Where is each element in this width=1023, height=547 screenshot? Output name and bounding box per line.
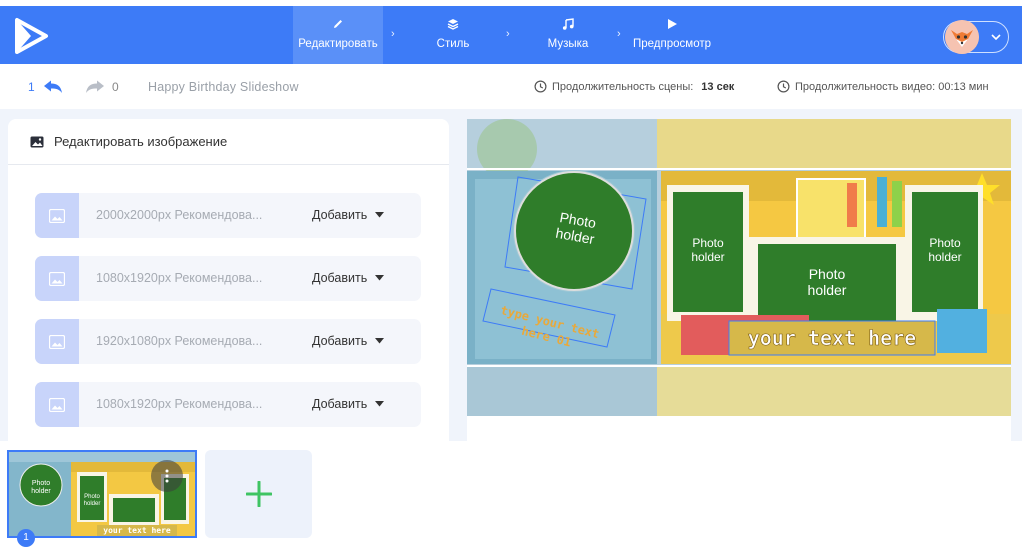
preview-footer [467, 416, 1011, 441]
add-scene-button[interactable] [205, 450, 312, 538]
scene-duration: Продолжительность сцены: 13 сек [534, 80, 734, 93]
add-label: Добавить [312, 271, 368, 285]
photo-holder-label: Photoholder [691, 236, 724, 264]
slot-thumbnail[interactable] [35, 256, 79, 301]
redo-count: 0 [112, 80, 119, 94]
slot-size-hint: 2000x2000px Рекомендова... [96, 208, 263, 222]
video-duration-label: Продолжительность видео: 00:13 мин [795, 80, 989, 93]
image-slot[interactable]: 1080x1920px Рекомендова... Добавить [35, 256, 421, 301]
app-logo-icon[interactable] [14, 17, 50, 55]
photo-holder-label: Photoholder [555, 209, 599, 247]
slot-thumbnail[interactable] [35, 193, 79, 238]
panel-title: Редактировать изображение [54, 134, 228, 149]
add-label: Добавить [312, 397, 368, 411]
photo-holder-label: Photoholder [84, 494, 101, 507]
add-dropdown-button[interactable]: Добавить [312, 397, 385, 411]
image-placeholder-icon [49, 271, 65, 286]
step-edit[interactable]: Редактировать [293, 6, 383, 64]
project-toolbar: 1 0 Happy Birthday Slideshow Продолжител… [0, 64, 1022, 109]
undo-icon[interactable] [42, 79, 64, 95]
image-slot[interactable]: 1920x1080px Рекомендова... Добавить [35, 319, 421, 364]
chevron-right-icon: › [617, 28, 621, 40]
photo-holder-label: Photoholder [928, 236, 961, 264]
slot-size-hint: 1920x1080px Рекомендова... [96, 334, 263, 348]
redo-icon[interactable] [84, 79, 106, 95]
project-title[interactable]: Happy Birthday Slideshow [148, 80, 299, 94]
add-label: Добавить [312, 208, 368, 222]
slot-thumbnail[interactable] [35, 319, 79, 364]
add-dropdown-button[interactable]: Добавить [312, 208, 385, 222]
scene-timeline: Photo holder Photo holder your text here 1 [0, 441, 1022, 547]
step-label: Стиль [436, 38, 470, 50]
photo-holder-label: Photoholder [31, 480, 51, 495]
fox-avatar-icon [945, 20, 979, 54]
plus-icon [245, 481, 272, 507]
step-style[interactable]: Стиль [408, 6, 498, 64]
scene-preview[interactable]: Photoholder type your texthere 01 Photo h… [467, 119, 1011, 416]
caret-down-icon [375, 275, 385, 281]
scene-number-badge: 1 [17, 529, 35, 547]
chevron-right-icon: › [506, 28, 510, 40]
music-note-icon [562, 18, 574, 30]
video-duration: Продолжительность видео: 00:13 мин [777, 80, 989, 93]
step-label: Музыка [547, 38, 589, 50]
clock-icon [777, 80, 790, 93]
step-music[interactable]: Музыка [523, 6, 613, 64]
slot-size-hint: 1080x1920px Рекомендова... [96, 271, 263, 285]
pencil-icon [334, 20, 342, 28]
photo-holder-label: Photoholder [808, 266, 847, 298]
banner-text[interactable]: your text here [747, 326, 917, 351]
editor-steps: Редактировать › Стиль › Музыка › Предпро… [293, 6, 715, 64]
user-menu[interactable] [943, 20, 1009, 54]
top-nav-bar: Редактировать › Стиль › Музыка › Предпро… [0, 6, 1022, 64]
caret-down-icon [375, 338, 385, 344]
step-preview[interactable]: Предпросмотр [629, 6, 715, 64]
edit-image-panel: Редактировать изображение 2000x2000px Ре… [8, 119, 449, 441]
add-dropdown-button[interactable]: Добавить [312, 271, 385, 285]
scene-more-options-button[interactable] [151, 460, 183, 492]
chevron-right-icon: › [391, 28, 395, 40]
caret-down-icon [375, 212, 385, 218]
clock-icon [534, 80, 547, 93]
avatar [945, 20, 979, 54]
add-dropdown-button[interactable]: Добавить [312, 334, 385, 348]
editor-workspace: Редактировать изображение 2000x2000px Ре… [0, 109, 1022, 441]
play-icon [668, 19, 677, 29]
step-label: Редактировать [298, 38, 378, 50]
step-label: Предпросмотр [633, 38, 711, 50]
scene-duration-value: 13 сек [701, 80, 735, 93]
slot-size-hint: 1080x1920px Рекомендова... [96, 397, 263, 411]
caret-down-icon [375, 401, 385, 407]
scene-duration-label: Продолжительность сцены: [552, 80, 694, 93]
panel-header: Редактировать изображение [8, 119, 449, 165]
chevron-down-icon [991, 34, 1001, 41]
thumb-banner-text: your text here [103, 526, 171, 535]
image-slot[interactable]: 2000x2000px Рекомендова... Добавить [35, 193, 421, 238]
image-placeholder-icon [49, 334, 65, 349]
image-placeholder-icon [49, 208, 65, 223]
scene-canvas[interactable]: Photoholder type your texthere 01 Photo h… [467, 119, 1011, 416]
add-label: Добавить [312, 334, 368, 348]
layers-icon [447, 19, 459, 30]
more-vertical-icon [165, 469, 169, 483]
image-slot[interactable]: 1080x1920px Рекомендова... Добавить [35, 382, 421, 427]
undo-count: 1 [28, 80, 35, 94]
slot-thumbnail[interactable] [35, 382, 79, 427]
image-icon [30, 136, 44, 147]
image-placeholder-icon [49, 397, 65, 412]
